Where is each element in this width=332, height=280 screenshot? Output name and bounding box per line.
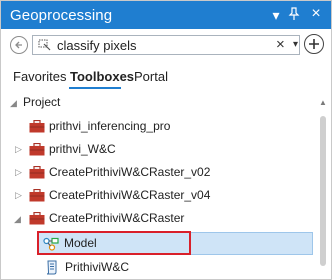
expand-arrow-icon[interactable]: ▷ — [15, 189, 25, 201]
collapse-arrow-icon[interactable]: ◢ — [10, 97, 20, 109]
tree-item-label: CreatePrithiviW&CRaster_v04 — [49, 188, 211, 202]
pin-button[interactable] — [287, 7, 301, 24]
plus-icon — [309, 39, 319, 49]
expand-arrow-icon[interactable]: ▷ — [15, 143, 25, 155]
tab-toolboxes[interactable]: Toolboxes — [70, 69, 134, 84]
tree-item-toolbox[interactable]: ▷ CreatePrithiviW&CRaster_v02 — [1, 161, 314, 184]
tree-item-label: Project — [23, 95, 61, 109]
add-button[interactable] — [304, 34, 324, 54]
tab-portal[interactable]: Portal — [134, 69, 168, 84]
script-tool-icon — [46, 260, 57, 275]
vertical-scrollbar[interactable]: ▲ — [318, 96, 328, 276]
title-bar: Geoprocessing ▾ × — [1, 1, 331, 29]
search-options-dropdown[interactable]: ▾ — [293, 39, 298, 50]
toolbox-icon — [29, 143, 45, 156]
tree-item-model[interactable]: Model — [38, 232, 313, 255]
tree-item-label: CreatePrithiviW&CRaster — [49, 211, 185, 225]
pane-menu-button[interactable]: ▾ — [269, 7, 283, 23]
tree-item-label: CreatePrithiviW&CRaster_v02 — [49, 165, 211, 179]
tree-item-toolbox[interactable]: ◢ CreatePrithiviW&CRaster — [1, 207, 314, 230]
expand-arrow-icon[interactable]: ▷ — [15, 166, 25, 178]
tree-item-label: prithvi_inferencing_pro — [49, 119, 171, 133]
toolbox-icon — [29, 189, 45, 202]
tree-item-label: PrithiviW&C — [65, 260, 130, 274]
tab-favorites[interactable]: Favorites — [13, 69, 66, 84]
tool-search-icon — [38, 39, 51, 51]
search-input[interactable]: classify pixels × ▾ — [32, 35, 300, 55]
tree-item-project[interactable]: ◢ Project — [1, 91, 314, 114]
tree-item-label: Model — [64, 236, 97, 250]
model-icon — [43, 237, 59, 251]
close-button[interactable]: × — [309, 6, 323, 22]
tree-item-label: prithvi_W&C — [49, 142, 116, 156]
search-value: classify pixels — [57, 38, 137, 53]
active-tab-indicator — [69, 87, 121, 89]
toolbox-icon — [29, 120, 45, 133]
pin-icon — [288, 7, 300, 20]
scroll-up-arrow-icon[interactable]: ▲ — [319, 98, 327, 107]
tree-item-toolbox[interactable]: ▷ CreatePrithiviW&CRaster_v04 — [1, 184, 314, 207]
tree-item-toolbox[interactable]: ▷ prithvi_W&C — [1, 138, 314, 161]
tree-item-toolbox[interactable]: prithvi_inferencing_pro — [1, 115, 314, 138]
clear-search-icon[interactable]: × — [276, 36, 285, 53]
tree-item-script[interactable]: PrithiviW&C — [1, 256, 314, 279]
toolbox-icon — [29, 166, 45, 179]
arrow-left-icon — [15, 41, 22, 49]
collapse-arrow-icon[interactable]: ◢ — [14, 213, 24, 225]
toolbox-icon — [29, 212, 45, 225]
pane-title: Geoprocessing — [10, 7, 113, 24]
back-button[interactable] — [10, 36, 28, 54]
scrollbar-thumb[interactable] — [320, 116, 326, 266]
